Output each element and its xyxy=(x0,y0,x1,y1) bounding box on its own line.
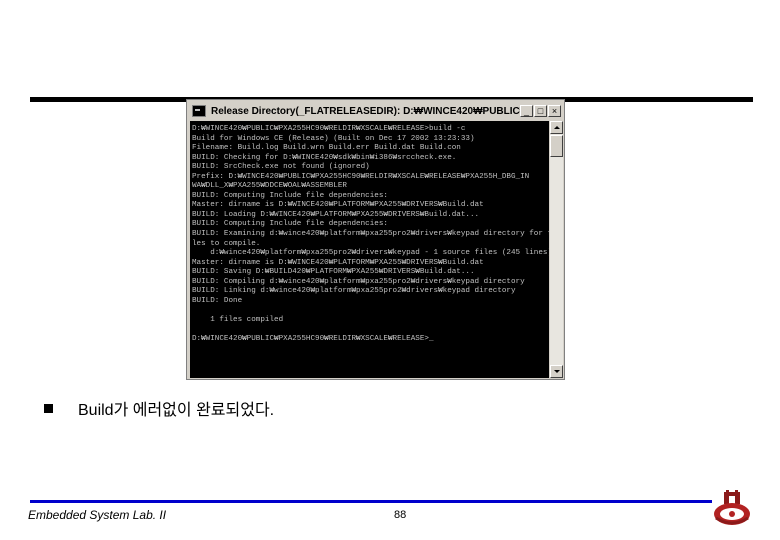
console-line: les to compile. xyxy=(192,239,261,248)
console-line: BUILD: Linking d:₩wince420₩platform₩pxa2… xyxy=(192,287,516,296)
console-line: Prefix: D:₩WINCE420₩PUBLIC₩PXA255HC90₩RE… xyxy=(192,172,530,181)
footer-rule xyxy=(30,500,712,503)
console-line: WA₩DLL_X₩PXA255₩DDCE₩OAL₩ASSEMBLER xyxy=(192,182,347,191)
console-line: BUILD: Loading D:₩WINCE420₩PLATFORM₩PXA2… xyxy=(192,210,480,219)
scroll-down-arrow-icon[interactable] xyxy=(550,365,563,378)
vertical-scrollbar[interactable] xyxy=(550,121,563,378)
console-line: Master: dirname is D:₩WINCE420₩PLATFORM₩… xyxy=(192,258,484,267)
console-line: BUILD: Saving D:₩BUILD420₩PLATFORM₩PXA25… xyxy=(192,268,475,277)
window-titlebar[interactable]: Release Directory(_FLATRELEASEDIR): D:₩W… xyxy=(189,102,562,120)
bullet-item: Build가 에러없이 완료되었다. xyxy=(44,396,274,420)
console-line: BUILD: Done xyxy=(192,296,243,305)
page-number: 88 xyxy=(394,509,407,521)
command-prompt-window[interactable]: Release Directory(_FLATRELEASEDIR): D:₩W… xyxy=(186,99,565,380)
console-line: Filename: Build.log Build.wrn Build.err … xyxy=(192,144,461,153)
university-seal-logo-icon xyxy=(714,490,750,525)
window-title: Release Directory(_FLATRELEASEDIR): D:₩W… xyxy=(211,105,520,117)
scroll-up-arrow-icon[interactable] xyxy=(550,121,563,134)
console-app-icon[interactable] xyxy=(192,105,206,117)
console-line: BUILD: SrcCheck.exe not found (ignored) xyxy=(192,163,370,172)
console-line: Master: dirname is D:₩WINCE420₩PLATFORM₩… xyxy=(192,201,484,210)
close-button[interactable]: × xyxy=(548,105,561,117)
console-line: BUILD: Checking for D:₩WINCE420₩sdk₩bin₩… xyxy=(192,153,457,162)
square-bullet-icon xyxy=(44,403,53,413)
console-line: 1 files compiled xyxy=(192,315,284,324)
footer-lab-name: Embedded System Lab. II xyxy=(28,508,167,522)
console-output[interactable]: D:₩WINCE420₩PUBLIC₩PXA255HC90₩RELDIR₩XSC… xyxy=(190,121,549,378)
minimize-button[interactable]: _ xyxy=(520,105,533,117)
console-line: D:₩WINCE420₩PUBLIC₩PXA255HC90₩RELDIR₩XSC… xyxy=(192,125,466,133)
console-line: D:₩WINCE420₩PUBLIC₩PXA255HC90₩RELDIR₩XSC… xyxy=(192,335,434,344)
console-line: BUILD: Computing Include file dependenci… xyxy=(192,191,388,200)
console-text: D:₩WINCE420₩PUBLIC₩PXA255HC90₩RELDIR₩XSC… xyxy=(190,121,549,345)
maximize-button[interactable]: □ xyxy=(534,105,547,117)
console-line: BUILD: Computing Include file dependenci… xyxy=(192,220,388,229)
console-line: BUILD: Examining d:₩wince420₩platform₩px… xyxy=(192,230,549,239)
console-line: d:₩wince420₩platform₩pxa255pro2₩drivers₩… xyxy=(192,249,549,258)
scroll-thumb[interactable] xyxy=(550,135,563,157)
console-line: BUILD: Compiling d:₩wince420₩platform₩px… xyxy=(192,277,525,286)
console-line: Build for Windows CE (Release) (Built on… xyxy=(192,134,475,143)
bullet-text: Build가 에러없이 완료되었다. xyxy=(78,402,275,419)
